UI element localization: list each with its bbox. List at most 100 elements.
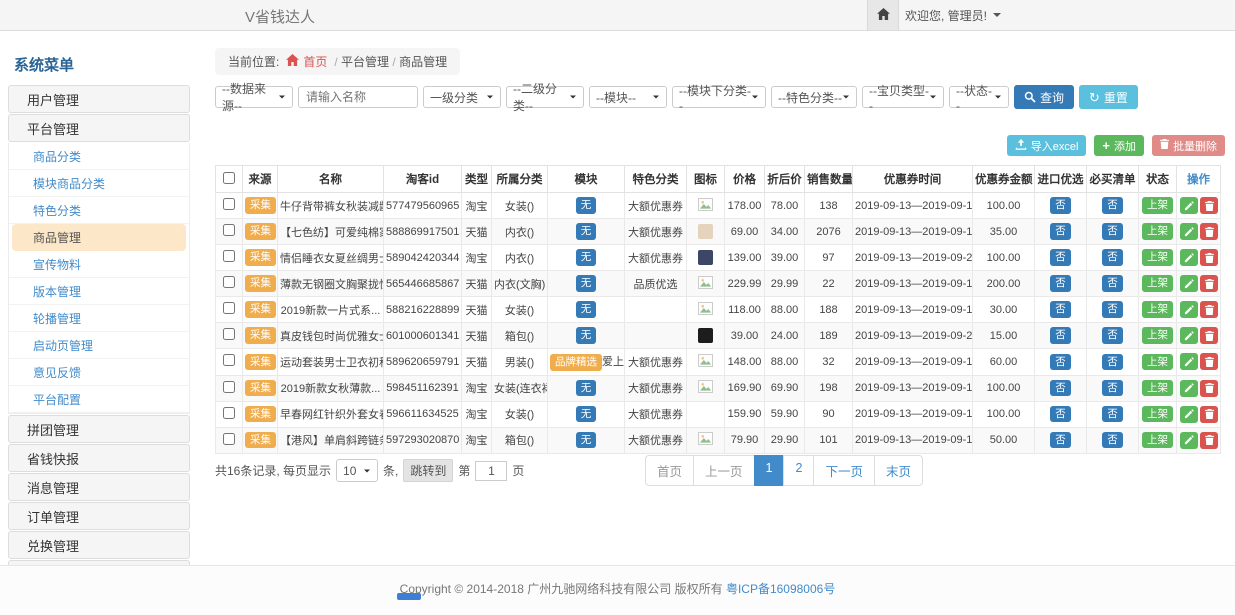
page-button-末页[interactable]: 末页 [874, 455, 923, 486]
name-search-input[interactable] [298, 86, 418, 108]
sidebar-subitem[interactable]: 启动页管理 [9, 332, 189, 359]
sidebar-subitem[interactable]: 意见反馈 [9, 359, 189, 386]
user-menu[interactable]: 欢迎您, 管理员! [905, 0, 1001, 30]
delete-button[interactable] [1200, 432, 1218, 449]
delete-button[interactable] [1200, 406, 1218, 423]
filter-select[interactable]: --特色分类-- [771, 86, 857, 108]
filter-select[interactable]: --模块下分类-- [672, 86, 766, 108]
edit-button[interactable] [1180, 197, 1198, 214]
must-buy-badge[interactable]: 否 [1102, 249, 1123, 266]
batch-delete-button[interactable]: 批量删除 [1152, 135, 1225, 156]
row-checkbox[interactable] [223, 407, 235, 419]
import-pref-badge[interactable]: 否 [1050, 275, 1071, 292]
delete-button[interactable] [1200, 301, 1218, 318]
page-button-2[interactable]: 2 [783, 455, 814, 486]
delete-button[interactable] [1200, 197, 1218, 214]
page-button-首页[interactable]: 首页 [645, 455, 694, 486]
status-badge[interactable]: 上架 [1142, 406, 1173, 423]
status-badge[interactable]: 上架 [1142, 197, 1173, 214]
filter-select[interactable]: --状态-- [949, 86, 1009, 108]
filter-select[interactable]: --二级分类-- [506, 86, 584, 108]
must-buy-badge[interactable]: 否 [1102, 223, 1123, 240]
import-pref-badge[interactable]: 否 [1050, 301, 1071, 318]
sidebar-subitem[interactable]: 宣传物料 [9, 251, 189, 278]
delete-button[interactable] [1200, 249, 1218, 266]
delete-button[interactable] [1200, 380, 1218, 397]
per-page-select[interactable]: 10 [336, 459, 378, 482]
must-buy-badge[interactable]: 否 [1102, 275, 1123, 292]
status-badge[interactable]: 上架 [1142, 249, 1173, 266]
status-badge[interactable]: 上架 [1142, 301, 1173, 318]
delete-button[interactable] [1200, 223, 1218, 240]
sidebar-item[interactable]: 省钱快报 [8, 444, 190, 472]
delete-button[interactable] [1200, 275, 1218, 292]
edit-button[interactable] [1180, 406, 1198, 423]
must-buy-badge[interactable]: 否 [1102, 406, 1123, 423]
home-button[interactable] [867, 0, 899, 30]
breadcrumb-home-link[interactable]: 首页 [286, 53, 327, 70]
import-pref-badge[interactable]: 否 [1050, 197, 1071, 214]
sidebar-subitem[interactable]: 商品管理 [12, 224, 186, 251]
sidebar-item-user-management[interactable]: 用户管理 [8, 85, 190, 113]
sidebar-item[interactable]: 拼团管理 [8, 415, 190, 443]
row-checkbox[interactable] [223, 328, 235, 340]
import-pref-badge[interactable]: 否 [1050, 432, 1071, 449]
page-button-下一页[interactable]: 下一页 [813, 455, 875, 486]
import-pref-badge[interactable]: 否 [1050, 327, 1071, 344]
select-all-checkbox[interactable] [223, 172, 235, 184]
edit-button[interactable] [1180, 353, 1198, 370]
edit-button[interactable] [1180, 327, 1198, 344]
sidebar-item-platform-management[interactable]: 平台管理 [8, 114, 190, 142]
icp-link[interactable]: 粤ICP备16098006号 [726, 582, 835, 596]
must-buy-badge[interactable]: 否 [1102, 354, 1123, 371]
edit-button[interactable] [1180, 249, 1198, 266]
sidebar-item[interactable]: 兑换管理 [8, 531, 190, 559]
breadcrumb-item[interactable]: 商品管理 [399, 55, 447, 69]
jump-page-input[interactable] [475, 461, 507, 481]
sidebar-item[interactable]: 订单管理 [8, 502, 190, 530]
delete-button[interactable] [1200, 327, 1218, 344]
import-pref-badge[interactable]: 否 [1050, 406, 1071, 423]
import-excel-button[interactable]: 导入excel [1007, 135, 1087, 156]
status-badge[interactable]: 上架 [1142, 380, 1173, 397]
must-buy-badge[interactable]: 否 [1102, 301, 1123, 318]
search-button[interactable]: 查询 [1014, 85, 1074, 109]
filter-select[interactable]: --宝贝类型-- [862, 86, 944, 108]
breadcrumb-item[interactable]: 平台管理 [341, 55, 389, 69]
status-badge[interactable]: 上架 [1142, 354, 1173, 371]
sidebar-subitem[interactable]: 特色分类 [9, 197, 189, 224]
must-buy-badge[interactable]: 否 [1102, 197, 1123, 214]
must-buy-badge[interactable]: 否 [1102, 327, 1123, 344]
status-badge[interactable]: 上架 [1142, 432, 1173, 449]
status-badge[interactable]: 上架 [1142, 223, 1173, 240]
status-badge[interactable]: 上架 [1142, 327, 1173, 344]
delete-button[interactable] [1200, 353, 1218, 370]
sidebar-subitem[interactable]: 轮播管理 [9, 305, 189, 332]
sidebar-subitem[interactable]: 商品分类 [9, 143, 189, 170]
row-checkbox[interactable] [223, 433, 235, 445]
row-checkbox[interactable] [223, 354, 235, 366]
import-pref-badge[interactable]: 否 [1050, 223, 1071, 240]
filter-select[interactable]: 一级分类 [423, 86, 501, 108]
page-button-1[interactable]: 1 [754, 455, 785, 486]
row-checkbox[interactable] [223, 302, 235, 314]
row-checkbox[interactable] [223, 224, 235, 236]
import-pref-badge[interactable]: 否 [1050, 354, 1071, 371]
must-buy-badge[interactable]: 否 [1102, 380, 1123, 397]
add-button[interactable]: + 添加 [1094, 135, 1144, 156]
edit-button[interactable] [1180, 301, 1198, 318]
must-buy-badge[interactable]: 否 [1102, 432, 1123, 449]
sidebar-subitem[interactable]: 平台配置 [9, 386, 189, 413]
sidebar-subitem[interactable]: 版本管理 [9, 278, 189, 305]
status-badge[interactable]: 上架 [1142, 275, 1173, 292]
filter-select[interactable]: --模块-- [589, 86, 667, 108]
row-checkbox[interactable] [223, 276, 235, 288]
import-pref-badge[interactable]: 否 [1050, 380, 1071, 397]
import-pref-badge[interactable]: 否 [1050, 249, 1071, 266]
page-button-上一页[interactable]: 上一页 [693, 455, 755, 486]
sidebar-subitem[interactable]: 模块商品分类 [9, 170, 189, 197]
sidebar-item[interactable]: 消息管理 [8, 473, 190, 501]
edit-button[interactable] [1180, 380, 1198, 397]
row-checkbox[interactable] [223, 381, 235, 393]
edit-button[interactable] [1180, 432, 1198, 449]
